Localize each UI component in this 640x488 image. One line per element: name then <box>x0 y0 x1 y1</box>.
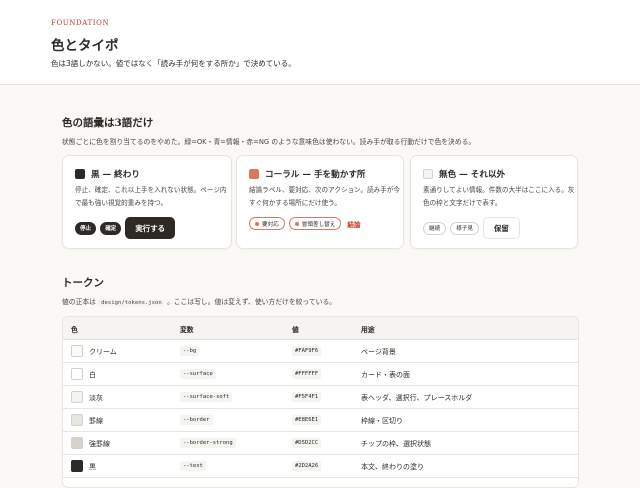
token-value: #FAF9F6 <box>292 346 322 356</box>
color-name: クリーム <box>89 348 117 356</box>
table-row: 白 --surface #FFFFFF カード・表の面 <box>63 363 578 386</box>
color-card-coral: コーラル — 手を動かす所 結論ラベル、要対応、次のアクション。読み手が今すぐ何… <box>236 155 404 249</box>
token-value: #E8E6E1 <box>292 415 322 425</box>
token-usage: 枠線・区切り <box>361 417 403 425</box>
color-name: 淡灰 <box>89 394 103 402</box>
chip-label: 要対応 <box>262 221 279 228</box>
token-usage: カード・表の面 <box>361 371 410 379</box>
token-usage: 表ヘッダ、選択行、プレースホルダ <box>361 394 473 402</box>
card-description: 結論ラベル、要対応、次のアクション。読み手が今すぐ何かする場所にだけ使う。 <box>249 186 400 207</box>
color-swatch <box>71 368 83 380</box>
tokens-file-path: design/tokens.json <box>98 299 165 307</box>
token-name: --bg <box>180 346 200 356</box>
vocab-section-description: 状態ごとに色を割り当てるのをやめた。緑=OK・青=情報・赤=NG のような意味色… <box>62 138 476 146</box>
token-name: --surface <box>180 369 216 379</box>
table-row: 強罫線 --border-strong #D5D2CC チップの枠、選択状態 <box>63 432 578 455</box>
page-title: 色とタイポ <box>51 38 119 54</box>
table-row: クリーム --bg #FAF9F6 ページ背景 <box>63 340 578 363</box>
table-header: 色 変数 値 用途 <box>63 317 578 340</box>
chip-stop: 停止 <box>75 221 97 235</box>
color-card-none: 無色 — それ以外 素通りしてよい情報。件数の大半はここに入る。灰色の枠と文字だ… <box>410 155 578 249</box>
chip-replace-intro: 冒頭差し替え <box>288 217 342 230</box>
column-header-value: 値 <box>292 326 299 334</box>
token-usage: 本文、終わりの塗り <box>361 463 424 471</box>
vocab-section-title: 色の語彙は3語だけ <box>62 117 154 129</box>
description-text: 。ここは写し。値は変えず、使い方だけを絞っている。 <box>166 298 337 306</box>
card-title: コーラル — 手を動かす所 <box>265 170 366 180</box>
chip-label: 冒頭差し替え <box>301 221 336 228</box>
card-title: 無色 — それ以外 <box>439 170 506 180</box>
color-swatch <box>71 437 83 449</box>
color-name: 強罫線 <box>89 440 110 448</box>
section-eyebrow: FOUNDATION <box>51 19 110 27</box>
hold-button[interactable]: 保留 <box>483 217 520 239</box>
token-usage: チップの枠、選択状態 <box>361 440 431 448</box>
token-value: #F5F4F1 <box>292 392 322 402</box>
color-name: 罫線 <box>89 417 103 425</box>
token-value: #D5D2CC <box>292 438 322 448</box>
page-header: FOUNDATION 色とタイポ 色は3語しかない。値ではなく「読み手が何をする… <box>0 0 640 85</box>
page-description: 色は3語しかない。値ではなく「読み手が何をする所か」で決めている。 <box>51 59 296 68</box>
table-row: 淡灰 --surface-soft #F5F4F1 表ヘッダ、選択行、プレースホ… <box>63 386 578 409</box>
token-usage: ページ背景 <box>361 348 396 356</box>
execute-button[interactable]: 実行する <box>125 217 175 239</box>
color-swatch <box>71 414 83 426</box>
token-value: #FFFFFF <box>292 369 322 379</box>
card-description: 停止、確定、これ以上手を入れない状態。ページ内で最も強い視覚的重みを持つ。 <box>75 186 227 207</box>
color-swatch <box>71 345 83 357</box>
description-text: 値の正本は <box>62 298 96 306</box>
table-row: 黒 --text #2D2A26 本文、終わりの塗り <box>63 455 578 478</box>
column-header-color: 色 <box>71 326 78 334</box>
coral-dot-icon <box>255 221 259 226</box>
card-title: 黒 — 終わり <box>91 170 140 180</box>
conclusion-label: 結論 <box>347 220 361 229</box>
chip-wait-and-see: 様子見 <box>450 221 479 235</box>
token-value: #2D2A26 <box>292 461 322 471</box>
coral-dot-icon <box>294 221 299 226</box>
column-header-variable: 変数 <box>180 326 194 334</box>
tokens-section-description: 値の正本は design/tokens.json 。ここは写し。値は変えず、使い… <box>62 296 337 307</box>
tokens-table: 色 変数 値 用途 クリーム --bg #FAF9F6 ページ背景 白 --su… <box>62 316 579 488</box>
tokens-section-title: トークン <box>62 277 104 289</box>
color-swatch <box>71 460 83 472</box>
card-description: 素通りしてよい情報。件数の大半はここに入る。灰色の枠と文字だけで表す。 <box>423 186 575 207</box>
token-name: --border <box>180 415 213 425</box>
color-name: 黒 <box>89 463 96 471</box>
token-name: --text <box>180 461 206 471</box>
token-name: --surface-soft <box>180 392 233 402</box>
color-card-black: 黒 — 終わり 停止、確定、これ以上手を入れない状態。ページ内で最も強い視覚的重… <box>62 155 232 249</box>
none-swatch <box>423 169 433 179</box>
coral-swatch <box>249 169 259 179</box>
black-swatch <box>75 169 85 179</box>
color-name: 白 <box>89 371 96 379</box>
chip-action-required: 要対応 <box>249 217 285 230</box>
chip-continue: 継続 <box>423 221 447 235</box>
column-header-usage: 用途 <box>361 326 375 334</box>
token-name: --border-strong <box>180 438 236 448</box>
color-swatch <box>71 391 83 403</box>
chip-confirm: 確定 <box>100 221 122 235</box>
table-row: 罫線 --border #E8E6E1 枠線・区切り <box>63 409 578 432</box>
